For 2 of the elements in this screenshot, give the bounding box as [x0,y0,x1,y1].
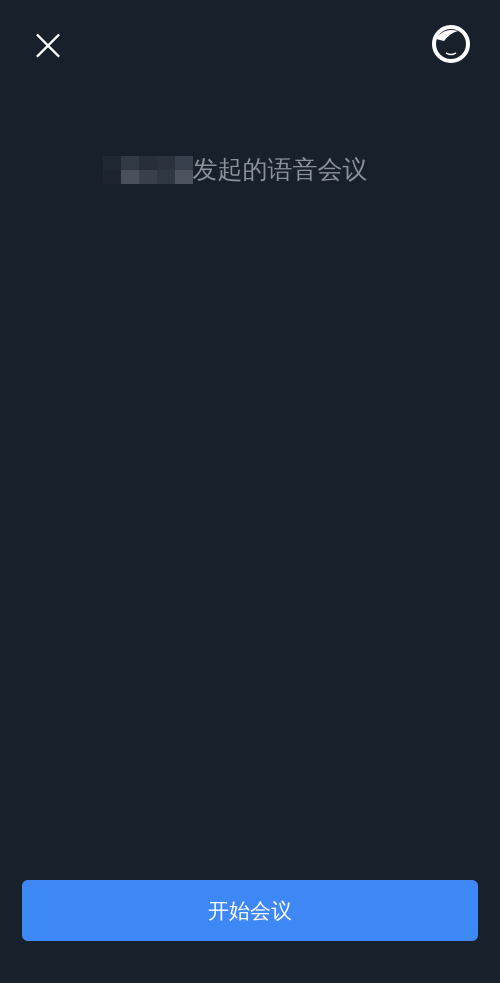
meeting-invite-text: 发起的语音会议 [192,154,368,186]
close-button[interactable]: × [30,24,66,64]
